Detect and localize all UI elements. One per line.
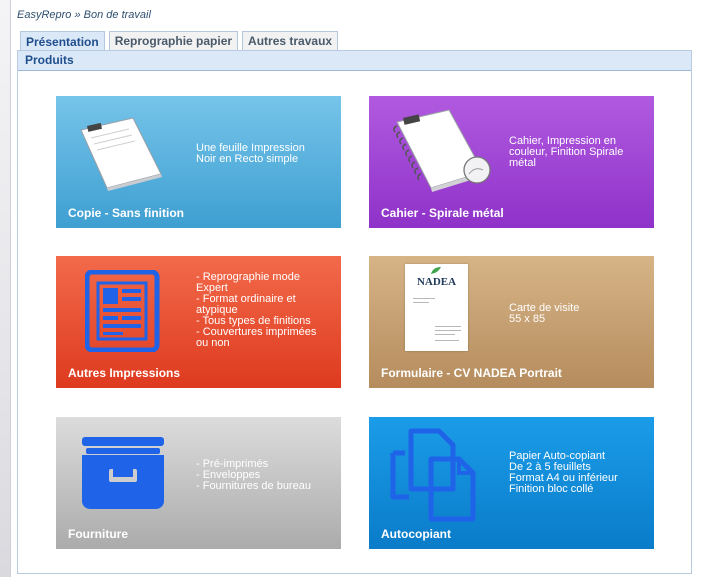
tile-autres-impressions[interactable]: - Reprographie mode Expert - Format ordi… — [56, 256, 341, 388]
tile-formulaire-cv-nadea[interactable]: NADEA Carte de visite 55 x 85 Formulaire… — [369, 256, 654, 388]
tile-description: Une feuille Impression Noir en Recto sim… — [196, 142, 305, 165]
tab-autres-travaux[interactable]: Autres travaux — [242, 31, 339, 50]
tile-fourniture[interactable]: - Pré-imprimés - Enveloppes - Fourniture… — [56, 417, 341, 549]
tile-title: Autocopiant — [381, 527, 451, 541]
tile-description: Carte de visite 55 x 85 — [509, 302, 580, 325]
breadcrumb: EasyRepro » Bon de travail — [17, 9, 151, 21]
tile-description: - Pré-imprimés - Enveloppes - Fourniture… — [196, 458, 311, 492]
left-edge-strip — [0, 0, 11, 577]
leaf-icon — [431, 267, 441, 274]
tile-title: Copie - Sans finition — [68, 206, 184, 220]
copies-icon — [390, 428, 476, 522]
breadcrumb-page: Bon de travail — [83, 9, 151, 21]
card-brand-logo: NADEA — [416, 276, 457, 288]
business-card-icon: NADEA — [405, 264, 468, 351]
breadcrumb-app[interactable]: EasyRepro — [17, 9, 71, 21]
tile-autocopiant[interactable]: Papier Auto-copiant De 2 à 5 feuillets F… — [369, 417, 654, 549]
tile-title: Formulaire - CV NADEA Portrait — [381, 366, 562, 380]
tab-bar: Présentation Reprographie papier Autres … — [20, 31, 339, 51]
tab-presentation[interactable]: Présentation — [20, 31, 105, 51]
breadcrumb-separator: » — [74, 9, 81, 21]
tile-cahier-spirale-metal[interactable]: Cahier, Impression en couleur, Finition … — [369, 96, 654, 228]
tile-copie-sans-finition[interactable]: Une feuille Impression Noir en Recto sim… — [56, 96, 341, 228]
paper-sheet-icon — [80, 117, 162, 191]
tile-description: - Reprographie mode Expert - Format ordi… — [196, 271, 317, 349]
tab-reprographie-papier[interactable]: Reprographie papier — [108, 31, 239, 50]
document-layout-icon — [85, 270, 160, 352]
tile-description: Cahier, Impression en couleur, Finition … — [509, 135, 624, 169]
tile-description: Papier Auto-copiant De 2 à 5 feuillets F… — [509, 450, 618, 495]
spiral-notebook-icon — [393, 109, 491, 192]
section-title: Produits — [18, 51, 691, 71]
tile-title: Fourniture — [68, 527, 128, 541]
filing-drawer-icon — [82, 437, 164, 509]
tile-title: Autres Impressions — [68, 366, 181, 380]
tile-title: Cahier - Spirale métal — [381, 206, 504, 220]
